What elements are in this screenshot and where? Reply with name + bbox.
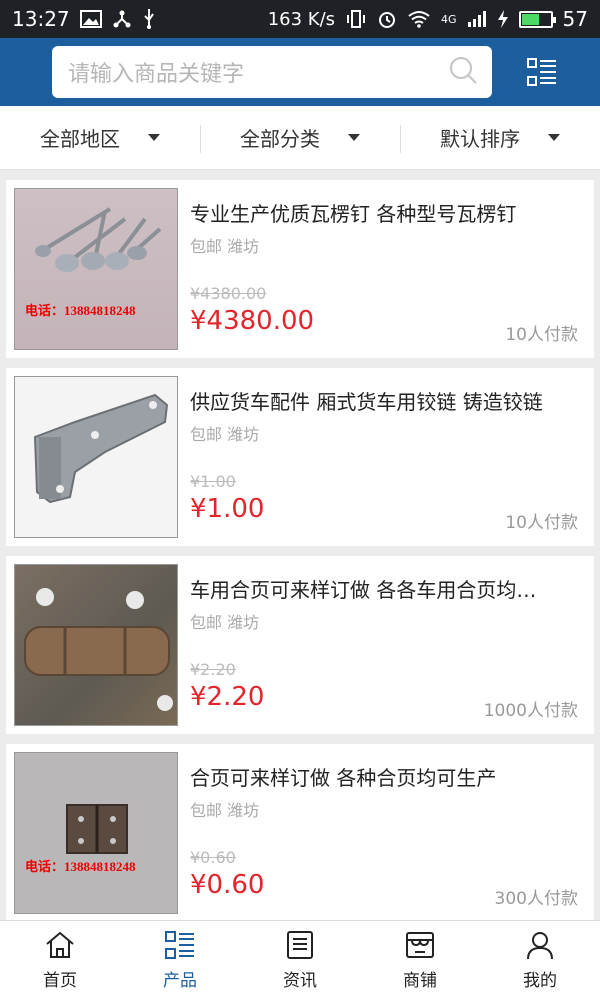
product-original-price: ¥4380.00: [190, 284, 267, 303]
product-card[interactable]: 电话：13884818248 合页可来样订做 各种合页均可生产 包邮 潍坊 ¥0…: [6, 744, 594, 922]
search-icon[interactable]: [448, 55, 478, 89]
network-type: 4G: [441, 12, 457, 26]
product-price: ¥1.00: [190, 494, 265, 524]
tab-products-label: 产品: [163, 971, 197, 991]
filter-category[interactable]: 全部分类: [200, 123, 400, 153]
tab-home[interactable]: 首页: [0, 921, 120, 1000]
car-hinge-photo: [24, 588, 173, 711]
product-card[interactable]: 供应货车配件 厢式货车用铰链 铸造铰链 包邮 潍坊 ¥1.00 ¥1.00 10…: [6, 368, 594, 546]
product-info: 合页可来样订做 各种合页均可生产 包邮 潍坊 ¥0.60 ¥0.60 300人付…: [178, 752, 586, 914]
product-original-price: ¥1.00: [190, 472, 236, 491]
image-icon: [79, 8, 102, 30]
product-list: 电话：13884818248 专业生产优质瓦楞钉 各种型号瓦楞钉 包邮 潍坊 ¥…: [0, 170, 600, 922]
product-info: 车用合页可来样订做 各各车用合页均… 包邮 潍坊 ¥2.20 ¥2.20 100…: [178, 564, 586, 726]
tab-mine[interactable]: 我的: [480, 921, 600, 1000]
news-icon: [287, 931, 313, 959]
filter-sort[interactable]: 默认排序: [400, 123, 600, 153]
tab-news[interactable]: 资讯: [240, 921, 360, 1000]
filter-region[interactable]: 全部地区: [0, 123, 200, 152]
chevron-down-icon: [548, 134, 560, 141]
hinge-photo: [33, 393, 169, 504]
tab-news-label: 资讯: [283, 971, 317, 991]
nails-photo: [35, 207, 162, 272]
product-image-caption: 电话：13884818248: [25, 859, 136, 874]
battery-fill: [521, 13, 539, 25]
header: 请输入商品关键字: [0, 38, 600, 106]
product-image-small-hinge: 电话：13884818248: [14, 752, 178, 914]
product-original-price: ¥2.20: [190, 660, 236, 679]
product-price: ¥0.60: [190, 870, 265, 900]
filter-region-label: 全部地区: [40, 127, 120, 151]
product-image-hinge: [14, 376, 178, 538]
vibrate-icon: [345, 8, 367, 30]
product-price: ¥2.20: [190, 682, 265, 712]
product-sold-count: 10人付款: [505, 513, 578, 533]
battery-icon: [518, 10, 556, 28]
product-sold-count: 1000人付款: [483, 701, 578, 721]
product-image-car-hinge: [14, 564, 178, 726]
product-meta: 包邮 潍坊: [190, 425, 260, 444]
status-right: 163 K/s 4G 57: [268, 7, 588, 31]
product-title: 合页可来样订做 各种合页均可生产: [190, 766, 497, 790]
product-info: 专业生产优质瓦楞钉 各种型号瓦楞钉 包邮 潍坊 ¥4380.00 ¥4380.0…: [178, 188, 586, 350]
product-sold-count: 10人付款: [505, 325, 578, 345]
user-icon: [527, 932, 553, 960]
product-card[interactable]: 电话：13884818248 专业生产优质瓦楞钉 各种型号瓦楞钉 包邮 潍坊 ¥…: [6, 180, 594, 358]
product-grid-icon: [165, 931, 194, 959]
list-menu-icon: [527, 58, 556, 86]
product-info: 供应货车配件 厢式货车用铰链 铸造铰链 包邮 潍坊 ¥1.00 ¥1.00 10…: [178, 376, 586, 538]
search-placeholder: 请输入商品关键字: [68, 62, 245, 87]
charging-icon: [497, 8, 509, 30]
tab-mine-label: 我的: [523, 971, 557, 991]
chevron-down-icon: [348, 134, 360, 141]
chevron-down-icon: [148, 134, 160, 141]
product-original-price: ¥0.60: [190, 848, 236, 867]
filter-category-label: 全部分类: [240, 127, 320, 151]
tab-shop[interactable]: 商铺: [360, 921, 480, 1000]
product-sold-count: 300人付款: [494, 889, 578, 909]
wifi-icon: [407, 8, 431, 30]
home-icon: [46, 931, 74, 958]
filter-bar: 全部地区 全部分类 默认排序: [0, 106, 600, 170]
status-bar: 13:27 163 K/s 4G 57: [0, 0, 600, 38]
product-meta: 包邮 潍坊: [190, 801, 260, 820]
tab-products[interactable]: 产品: [120, 921, 240, 1000]
bottom-tab-bar: 首页 产品 资讯 商铺 我的: [0, 920, 600, 1000]
small-hinge-photo: [66, 804, 128, 854]
battery-level: 57: [562, 7, 588, 31]
product-card[interactable]: 车用合页可来样订做 各各车用合页均… 包邮 潍坊 ¥2.20 ¥2.20 100…: [6, 556, 594, 734]
product-title: 车用合页可来样订做 各各车用合页均…: [190, 578, 537, 602]
product-meta: 包邮 潍坊: [190, 237, 260, 256]
product-price: ¥4380.00: [190, 306, 315, 336]
shop-icon: [406, 932, 434, 958]
filter-sort-label: 默认排序: [440, 127, 520, 151]
category-menu-button[interactable]: [524, 54, 560, 90]
share-icon: [112, 8, 132, 30]
status-left: 13:27: [12, 7, 156, 31]
tab-shop-label: 商铺: [403, 971, 437, 991]
product-title: 供应货车配件 厢式货车用铰链 铸造铰链: [190, 390, 543, 414]
signal-icon: [467, 8, 487, 30]
product-title: 专业生产优质瓦楞钉 各种型号瓦楞钉: [190, 202, 517, 226]
product-image-caption: 电话：13884818248: [25, 303, 136, 318]
alarm-icon: [377, 8, 397, 30]
status-time: 13:27: [12, 7, 70, 31]
search-input[interactable]: 请输入商品关键字: [52, 46, 492, 98]
product-meta: 包邮 潍坊: [190, 613, 260, 632]
tab-home-label: 首页: [43, 971, 77, 991]
usb-icon: [142, 8, 156, 30]
product-image-nails: 电话：13884818248: [14, 188, 178, 350]
status-speed: 163 K/s: [267, 8, 336, 30]
